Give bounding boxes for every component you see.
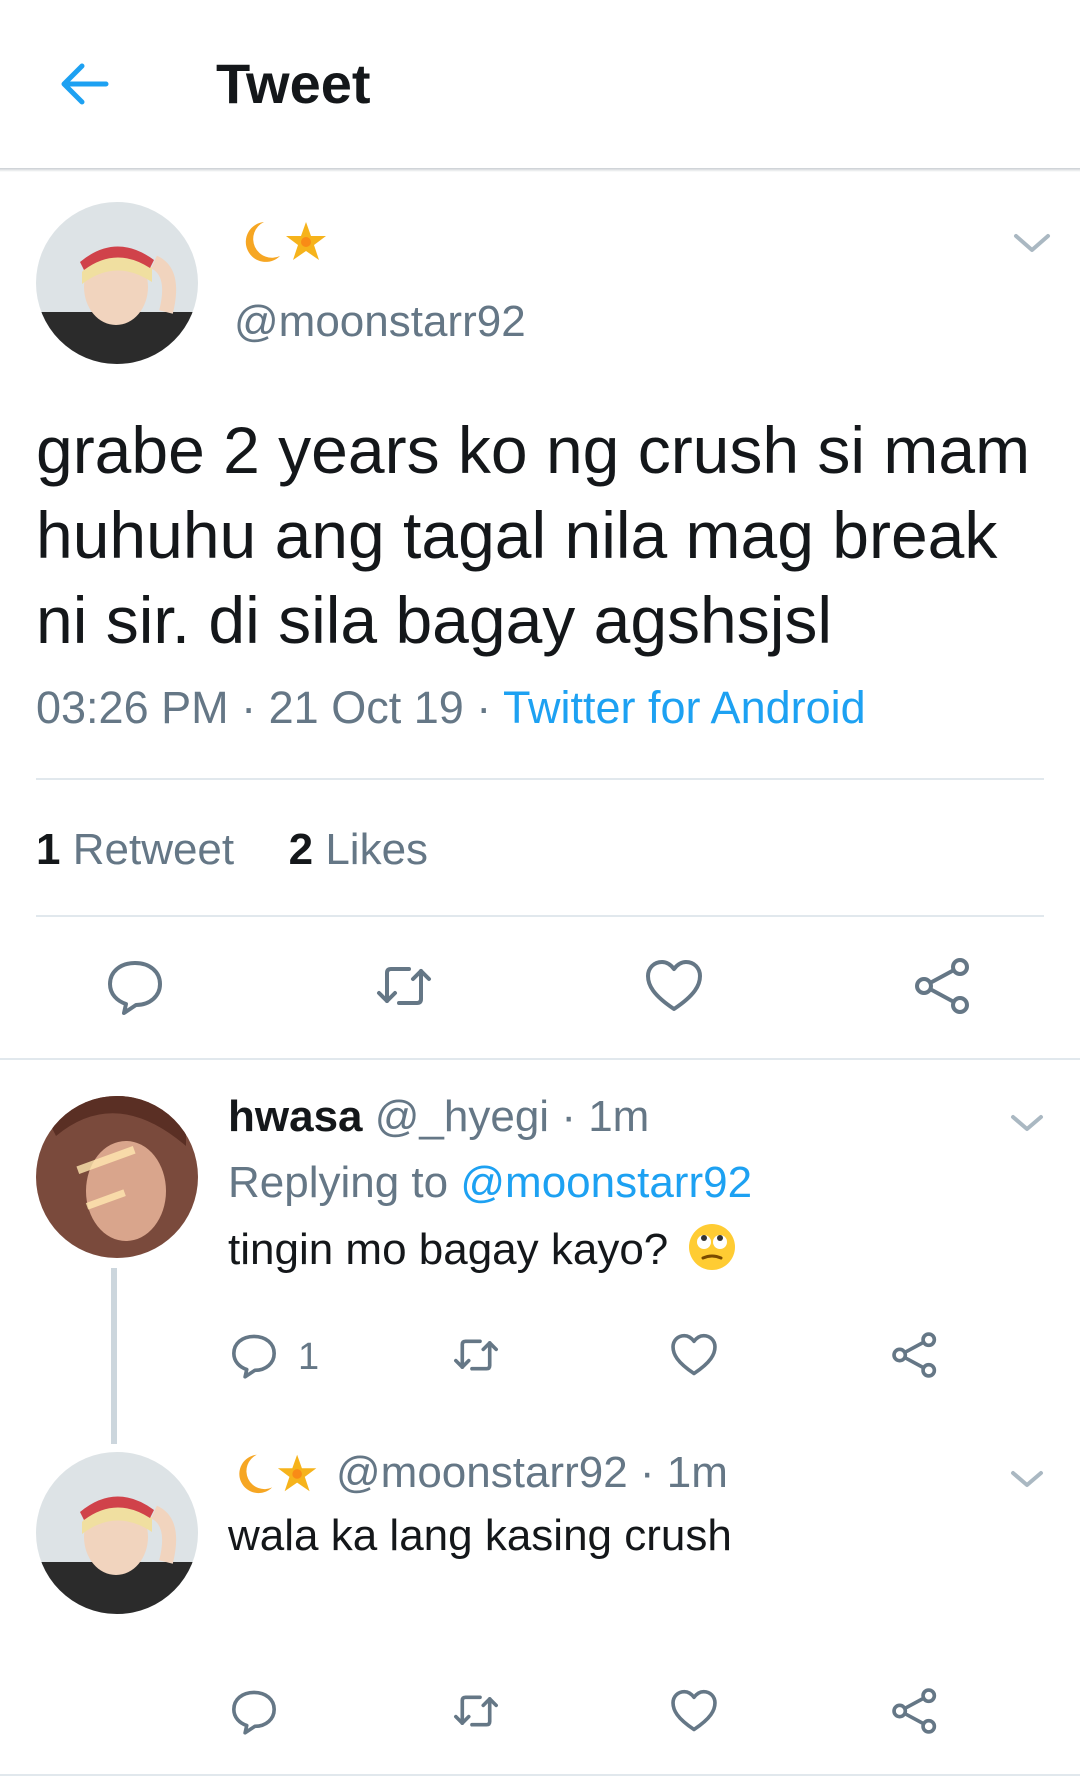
bottom-divider (0, 1774, 1080, 1776)
replying-to-handle[interactable]: @moonstarr92 (460, 1158, 752, 1207)
like-heart-icon[interactable] (669, 1686, 719, 1736)
moon-icon (245, 222, 280, 262)
replying-to: Replying to @moonstarr92 (228, 1156, 752, 1210)
tweet-date: 21 Oct 19 (268, 682, 464, 733)
reply-count: 1 (298, 1336, 320, 1378)
reply-text-content: tingin mo bagay kayo? (228, 1225, 669, 1274)
meta-separator: · (476, 682, 492, 733)
reply-handle[interactable]: @_hyegi (375, 1092, 549, 1141)
chevron-down-icon[interactable] (1010, 228, 1054, 258)
meta-separator: · (639, 1448, 655, 1497)
reply-header: @moonstarr92 · 1m (228, 1446, 728, 1500)
share-icon[interactable] (890, 1330, 940, 1380)
chevron-down-icon[interactable] (1008, 1110, 1046, 1136)
app-bar-shadow (0, 168, 1080, 172)
meta-separator: · (561, 1092, 576, 1141)
like-label: Likes (325, 825, 429, 874)
sparkle-star-icon (277, 1454, 317, 1492)
like-heart-icon[interactable] (669, 1330, 719, 1380)
tweet-source-link[interactable]: Twitter for Android (503, 682, 866, 733)
retweets-stat[interactable]: 1 Retweet (36, 825, 234, 874)
tweet-stats: 1 Retweet 2 Likes (36, 822, 428, 878)
avatar[interactable] (36, 202, 198, 364)
retweet-icon[interactable] (451, 1330, 501, 1380)
rolling-eyes-emoji-icon (687, 1222, 737, 1272)
chevron-down-icon[interactable] (1008, 1466, 1046, 1492)
retweet-count: 1 (36, 825, 61, 874)
share-icon[interactable] (890, 1686, 940, 1736)
back-arrow-icon[interactable] (52, 52, 116, 116)
reply-icon[interactable] (229, 1686, 279, 1736)
reply-time: 1m (588, 1092, 650, 1141)
divider (36, 915, 1044, 917)
avatar[interactable] (36, 1096, 198, 1258)
reply-icon[interactable] (229, 1330, 279, 1380)
top-app-bar (0, 0, 1080, 168)
tweet-meta: 03:26 PM · 21 Oct 19 · Twitter for Andro… (36, 680, 866, 736)
display-name-emoji (228, 1449, 324, 1497)
retweet-label: Retweet (72, 825, 235, 874)
share-icon[interactable] (912, 955, 974, 1017)
avatar[interactable] (36, 1452, 198, 1614)
like-count: 2 (288, 825, 314, 874)
divider (36, 778, 1044, 780)
tweet-text: grabe 2 years ko ng crush si mam huhuhu … (36, 413, 1031, 657)
retweet-icon[interactable] (451, 1686, 501, 1736)
replying-to-label: Replying to (228, 1158, 449, 1207)
user-handle[interactable]: @moonstarr92 (234, 296, 526, 348)
display-name-emoji (234, 216, 334, 266)
likes-stat[interactable]: 2 Likes (289, 825, 428, 874)
reply-display-name[interactable]: hwasa (228, 1092, 363, 1141)
meta-separator: · (241, 682, 257, 733)
reply-header: hwasa @_hyegi · 1m (228, 1090, 649, 1144)
sparkle-star-icon (286, 222, 326, 260)
reply-icon[interactable] (104, 955, 166, 1017)
page-title: Tweet (216, 52, 371, 115)
reply-text: tingin mo bagay kayo? (228, 1222, 737, 1278)
section-divider (0, 1058, 1080, 1060)
tweet-time: 03:26 PM (36, 682, 229, 733)
reply-handle[interactable]: @moonstarr92 (336, 1446, 628, 1500)
reply-text: wala ka lang kasing crush (228, 1511, 732, 1560)
retweet-icon[interactable] (373, 955, 435, 1017)
like-heart-icon[interactable] (643, 955, 705, 1017)
moon-icon (239, 1454, 273, 1494)
reply-time: 1m (666, 1448, 728, 1497)
thread-connector-line (111, 1268, 117, 1444)
